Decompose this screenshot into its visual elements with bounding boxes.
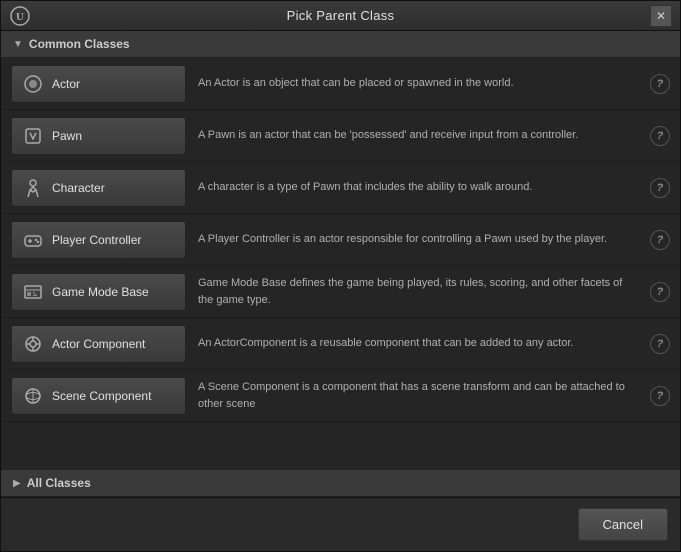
pick-parent-class-window: U Pick Parent Class ✕ ▼ Common Classes — [0, 0, 681, 552]
scene-component-button[interactable]: Scene Component — [11, 377, 186, 415]
close-button[interactable]: ✕ — [650, 5, 672, 27]
character-button[interactable]: Character — [11, 169, 186, 207]
game-mode-base-label: Game Mode Base — [52, 285, 149, 299]
actor-label: Actor — [52, 77, 80, 91]
all-classes-header[interactable]: ▶ All Classes — [1, 469, 680, 497]
common-classes-label: Common Classes — [29, 37, 130, 51]
character-help-icon[interactable]: ? — [650, 178, 670, 198]
game-mode-base-row[interactable]: Game Mode Base Game Mode Base defines th… — [1, 266, 680, 318]
scene-component-description: A Scene Component is a component that ha… — [186, 379, 650, 412]
svg-text:U: U — [16, 11, 24, 23]
game-mode-base-button[interactable]: Game Mode Base — [11, 273, 186, 311]
actor-component-description: An ActorComponent is a reusable componen… — [186, 335, 650, 352]
character-label: Character — [52, 181, 105, 195]
player-controller-button[interactable]: Player Controller — [11, 221, 186, 259]
game-mode-base-icon — [22, 281, 44, 303]
pawn-label: Pawn — [52, 129, 82, 143]
player-controller-description: A Player Controller is an actor responsi… — [186, 231, 650, 248]
pawn-row[interactable]: Pawn A Pawn is an actor that can be 'pos… — [1, 110, 680, 162]
all-classes-arrow-icon: ▶ — [13, 478, 21, 489]
game-mode-base-description: Game Mode Base defines the game being pl… — [186, 275, 650, 308]
pawn-description: A Pawn is an actor that can be 'possesse… — [186, 127, 650, 144]
character-icon — [22, 177, 44, 199]
title-bar: U Pick Parent Class ✕ — [1, 1, 680, 31]
actor-description: An Actor is an object that can be placed… — [186, 75, 650, 92]
character-row[interactable]: Character A character is a type of Pawn … — [1, 162, 680, 214]
player-controller-help-icon[interactable]: ? — [650, 230, 670, 250]
actor-help-icon[interactable]: ? — [650, 74, 670, 94]
actor-button[interactable]: Actor — [11, 65, 186, 103]
game-mode-base-help-icon[interactable]: ? — [650, 282, 670, 302]
player-controller-label: Player Controller — [52, 233, 141, 247]
scene-component-help-icon[interactable]: ? — [650, 386, 670, 406]
window-title: Pick Parent Class — [31, 8, 650, 23]
actor-component-row[interactable]: Actor Component An ActorComponent is a r… — [1, 318, 680, 370]
all-classes-label: All Classes — [27, 476, 91, 490]
actor-component-icon — [22, 333, 44, 355]
footer: Cancel — [1, 497, 680, 551]
ue-logo-icon: U — [9, 5, 31, 27]
player-controller-row[interactable]: Player Controller A Player Controller is… — [1, 214, 680, 266]
scene-component-label: Scene Component — [52, 389, 151, 403]
actor-component-button[interactable]: Actor Component — [11, 325, 186, 363]
player-controller-icon — [22, 229, 44, 251]
actor-icon — [22, 73, 44, 95]
expand-arrow-icon: ▼ — [13, 39, 23, 50]
actor-row[interactable]: Actor An Actor is an object that can be … — [1, 58, 680, 110]
pawn-icon — [22, 125, 44, 147]
close-icon: ✕ — [656, 9, 666, 23]
cancel-button[interactable]: Cancel — [578, 508, 668, 541]
character-description: A character is a type of Pawn that inclu… — [186, 179, 650, 196]
content-area: ▼ Common Classes Actor An Actor is an ob… — [1, 31, 680, 497]
pawn-button[interactable]: Pawn — [11, 117, 186, 155]
actor-component-help-icon[interactable]: ? — [650, 334, 670, 354]
class-list: Actor An Actor is an object that can be … — [1, 58, 680, 469]
common-classes-header: ▼ Common Classes — [1, 31, 680, 58]
scene-component-icon — [22, 385, 44, 407]
pawn-help-icon[interactable]: ? — [650, 126, 670, 146]
scene-component-row[interactable]: Scene Component A Scene Component is a c… — [1, 370, 680, 422]
actor-component-label: Actor Component — [52, 337, 145, 351]
